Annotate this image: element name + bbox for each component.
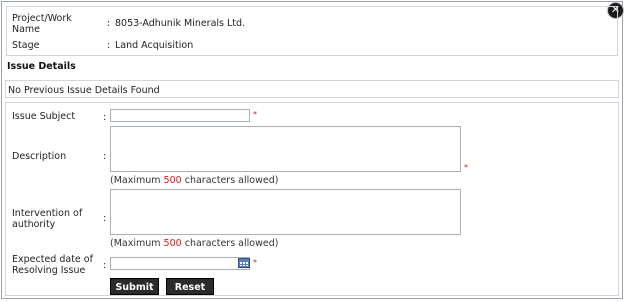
no-previous-text: No Previous Issue Details Found xyxy=(8,85,160,96)
stage-value: Land Acquisition xyxy=(115,40,194,51)
description-textarea[interactable] xyxy=(110,126,461,172)
expected-date-label: Expected date of Resolving Issue xyxy=(12,254,93,276)
submit-button[interactable]: Submit xyxy=(110,278,159,295)
issue-subject-input[interactable] xyxy=(110,109,250,122)
reset-button[interactable]: Reset xyxy=(166,278,214,295)
project-value: 8053-Adhunik Minerals Ltd. xyxy=(115,18,246,29)
intervention-hint: (Maximum 500 characters allowed) xyxy=(110,238,278,249)
intervention-hint-max: 500 xyxy=(163,238,182,249)
issue-details-title: Issue Details xyxy=(7,61,76,72)
intervention-label: Intervention of authority xyxy=(12,208,83,230)
stage-label: Stage xyxy=(12,40,40,51)
calendar-icon[interactable] xyxy=(238,258,250,268)
description-hint: (Maximum 500 characters allowed) xyxy=(110,175,278,186)
expected-date-required: * xyxy=(253,258,257,267)
stage-colon: : xyxy=(107,40,111,51)
expected-date-colon: : xyxy=(103,260,107,271)
project-label: Project/Work Name xyxy=(12,13,72,35)
description-hint-prefix: (Maximum xyxy=(110,175,161,186)
description-hint-suffix: characters allowed) xyxy=(184,175,279,186)
description-required: * xyxy=(464,163,468,172)
intervention-textarea[interactable] xyxy=(110,189,461,235)
intervention-colon: : xyxy=(103,213,107,224)
description-label: Description xyxy=(12,151,67,162)
description-hint-max: 500 xyxy=(163,175,182,186)
expected-date-input[interactable] xyxy=(110,257,250,270)
project-colon: : xyxy=(107,18,111,29)
project-info-panel xyxy=(6,6,618,56)
issue-subject-colon: : xyxy=(103,112,107,123)
issue-subject-required: * xyxy=(253,110,257,119)
intervention-hint-prefix: (Maximum xyxy=(110,238,161,249)
issue-subject-label: Issue Subject xyxy=(12,111,76,122)
intervention-hint-suffix: characters allowed) xyxy=(184,238,279,249)
description-colon: : xyxy=(103,151,107,162)
